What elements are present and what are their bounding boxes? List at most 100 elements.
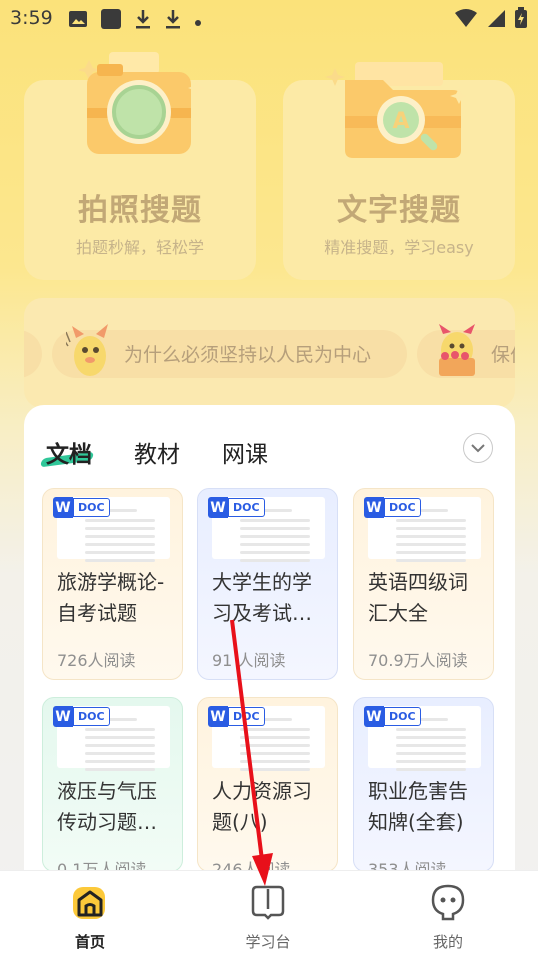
paper-line [85, 527, 155, 530]
document-read-count: 70.9万人阅读 [368, 651, 468, 670]
doc-badge: W DOC [364, 497, 421, 518]
paper-line [240, 744, 310, 747]
paper-line [85, 736, 155, 739]
document-title: 液压与气压传动习题… [57, 779, 157, 834]
nav-home[interactable]: 首页 [40, 883, 140, 952]
doc-badge-label: DOC [228, 498, 265, 517]
doc-badge: W DOC [53, 497, 110, 518]
document-title: 英语四级词汇大全 [368, 570, 468, 625]
nav-profile[interactable]: 我的 [398, 883, 498, 952]
folder-search-icon: A [325, 62, 468, 158]
paper-line [85, 543, 155, 546]
app-square-icon [100, 8, 122, 34]
photo-search-title: 拍照搜题 [78, 193, 202, 228]
document-title: 旅游学概论-自考试题 [57, 570, 165, 625]
ticker-pill[interactable]: 保伯 [417, 324, 515, 378]
document-card[interactable]: W DOC 液压与气压传动习题… 0.1万人阅读 [42, 697, 183, 872]
paper-line [85, 760, 155, 763]
word-icon: W [364, 497, 384, 518]
document-card[interactable]: W DOC 英语四级词汇大全 70.9万人阅读 [353, 488, 494, 680]
paper-line [396, 744, 466, 747]
battery-icon [514, 7, 528, 33]
paper-line [240, 551, 310, 554]
paper-line [240, 736, 310, 739]
paper-line [396, 535, 466, 538]
paper-line [396, 551, 466, 554]
chevron-down-icon [471, 444, 485, 453]
camera-icon [79, 52, 206, 154]
status-notification-icons [68, 8, 202, 34]
doc-badge-label: DOC [384, 498, 421, 517]
paper-line [85, 752, 155, 755]
photo-search-subtitle: 拍题秒解，轻松学 [75, 238, 204, 257]
document-card[interactable]: W DOC 大学生的学习及考试… 91 人阅读 [197, 488, 338, 680]
doc-badge-label: DOC [228, 707, 265, 726]
text-search-subtitle: 精准搜题，学习easy [324, 238, 474, 257]
gallery-icon [68, 10, 88, 32]
doc-badge-label: DOC [73, 498, 110, 517]
wifi-icon [454, 8, 478, 32]
paper-line [85, 551, 155, 554]
paper-line [240, 527, 310, 530]
dot-icon [194, 12, 202, 31]
paper-line [85, 535, 155, 538]
paper-line [85, 519, 155, 522]
download-icon [164, 8, 182, 34]
tab-textbooks[interactable]: 教材 [134, 435, 180, 469]
bottom-nav: 首页 学习台 我的 [0, 870, 538, 959]
paper-line [85, 728, 155, 731]
mascot-icon [66, 324, 108, 376]
paper-line [240, 768, 310, 771]
home-icon [73, 887, 105, 919]
paper-line [240, 728, 310, 731]
paper-line [396, 736, 466, 739]
paper-line [396, 728, 466, 731]
nav-study[interactable]: 学习台 [218, 883, 318, 952]
document-read-count: 91 人阅读 [212, 651, 286, 670]
word-icon: W [53, 497, 73, 518]
text-search-card[interactable]: A 文字搜题 精准搜题，学习easy [283, 62, 515, 280]
doc-badge-label: DOC [384, 707, 421, 726]
paper-line [240, 535, 310, 538]
document-card[interactable]: W DOC 旅游学概论-自考试题 726人阅读 [42, 488, 183, 680]
paper-line [240, 559, 310, 562]
doc-badge: W DOC [53, 706, 110, 727]
paper-line [396, 519, 466, 522]
document-card[interactable]: W DOC 人力资源习题(八) 246人阅读 [197, 697, 338, 872]
word-icon: W [208, 497, 228, 518]
paper-line [85, 559, 155, 562]
photo-search-card[interactable]: 拍照搜题 拍题秒解，轻松学 [24, 52, 256, 280]
download-icon [134, 8, 152, 34]
tab-documents[interactable]: 文档 [46, 435, 92, 469]
status-time: 3:59 [10, 7, 53, 29]
doc-badge: W DOC [364, 706, 421, 727]
ticker-text: 为什么必须坚持以人民为中心 [124, 344, 372, 366]
ticker-pill[interactable]: 为什么必须坚持以人民为中心 [52, 324, 407, 378]
signal-icon [486, 8, 506, 32]
paper-line [240, 519, 310, 522]
profile-icon [431, 884, 465, 921]
paper-line [85, 768, 155, 771]
document-title: 大学生的学习及考试… [212, 570, 312, 625]
document-card[interactable]: W DOC 职业危害告知牌(全套) 353人阅读 [353, 697, 494, 872]
paper-line [240, 760, 310, 763]
doc-badge-label: DOC [73, 707, 110, 726]
word-icon: W [208, 706, 228, 727]
ticker-pill[interactable] [24, 330, 42, 378]
tab-online-courses[interactable]: 网课 [222, 435, 268, 469]
word-icon: W [364, 706, 384, 727]
paper-line [85, 744, 155, 747]
paper-line [240, 543, 310, 546]
paper-line [396, 768, 466, 771]
paper-line [396, 559, 466, 562]
hot-topics-ticker: 为什么必须坚持以人民为中心 保伯 [24, 298, 515, 408]
word-icon: W [53, 706, 73, 727]
paper-line [396, 543, 466, 546]
mascot-gift-icon [439, 324, 475, 376]
svg-text:A: A [392, 109, 409, 134]
status-system-icons [454, 7, 528, 33]
status-bar: 3:59 [0, 0, 538, 36]
paper-line [396, 752, 466, 755]
expand-tabs-button[interactable] [463, 433, 493, 463]
nav-study-label: 学习台 [245, 933, 291, 951]
